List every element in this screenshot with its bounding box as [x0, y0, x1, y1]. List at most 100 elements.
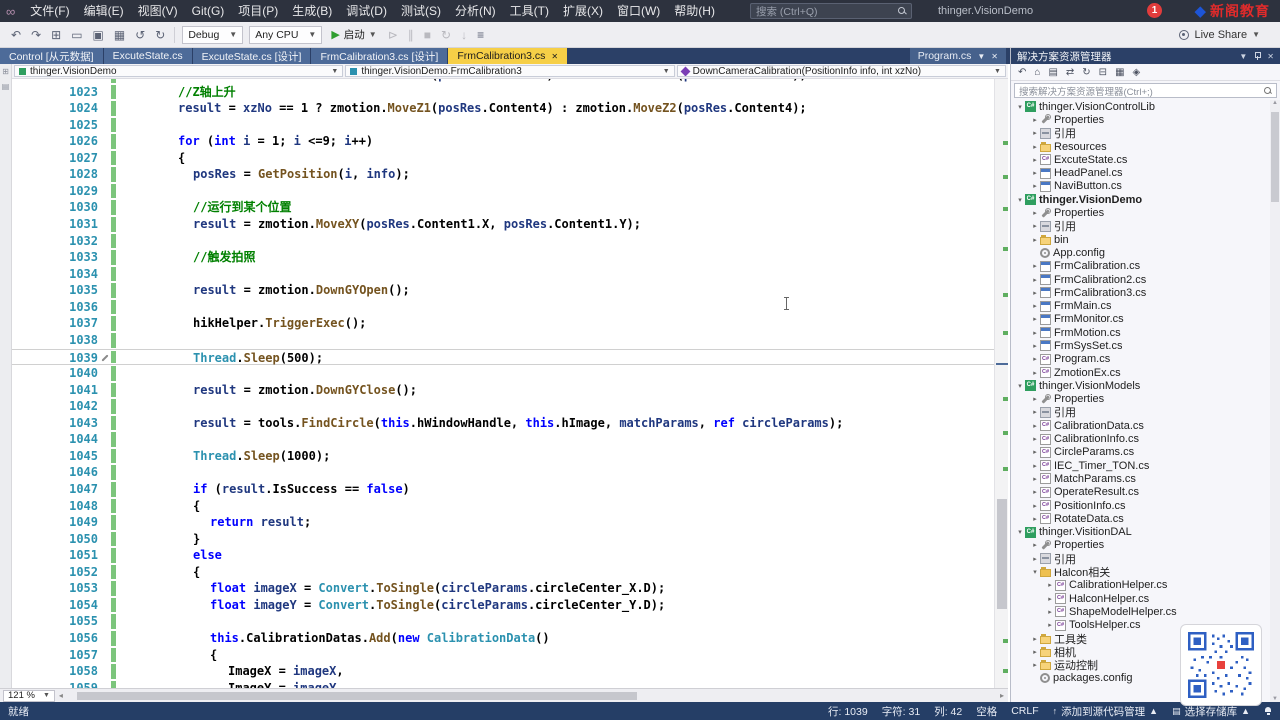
- tree-item[interactable]: ▸ ZmotionEx.cs: [1011, 366, 1270, 379]
- tree-item[interactable]: ▸ FrmCalibration3.cs: [1011, 286, 1270, 299]
- chevron-right-icon[interactable]: ▸: [1030, 355, 1040, 363]
- debug-config-dropdown[interactable]: Debug ▼: [182, 25, 244, 44]
- chevron-right-icon[interactable]: ▸: [1030, 222, 1040, 230]
- server-explorer-icon[interactable]: ▤: [2, 82, 10, 91]
- tree-item[interactable]: ▸ RotateData.cs: [1011, 512, 1270, 525]
- chevron-right-icon[interactable]: ▸: [1030, 435, 1040, 443]
- step-into-icon[interactable]: ↓: [456, 28, 472, 42]
- tree-item[interactable]: ▸ FrmMain.cs: [1011, 299, 1270, 312]
- tab-excutestate-design[interactable]: ExcuteState.cs [设计]: [192, 48, 311, 64]
- open-file-icon[interactable]: ▭: [66, 28, 87, 42]
- chevron-right-icon[interactable]: ▸: [1030, 395, 1040, 403]
- status-col[interactable]: 列: 42: [934, 704, 962, 719]
- chevron-right-icon[interactable]: ▸: [1030, 502, 1040, 510]
- scroll-left-arrow-icon[interactable]: ◂: [55, 691, 67, 700]
- chevron-right-icon[interactable]: ▸: [1030, 182, 1040, 190]
- tree-item[interactable]: ▸ 引用: [1011, 406, 1270, 419]
- chevron-right-icon[interactable]: ▸: [1030, 555, 1040, 563]
- chevron-right-icon[interactable]: ▸: [1030, 315, 1040, 323]
- tree-item[interactable]: ▸ NaviButton.cs: [1011, 180, 1270, 193]
- find-in-files-icon[interactable]: ≡: [472, 28, 489, 42]
- switch-views-icon[interactable]: ▤: [1045, 67, 1060, 78]
- menu-extensions[interactable]: 扩展(X): [556, 0, 610, 22]
- start-debug-button[interactable]: ▶ 启动 ▼: [331, 27, 376, 42]
- tree-item[interactable]: ▸ MatchParams.cs: [1011, 472, 1270, 485]
- menu-help[interactable]: 帮助(H): [667, 0, 722, 22]
- redo-icon[interactable]: ↻: [150, 28, 170, 42]
- chevron-right-icon[interactable]: ▸: [1030, 462, 1040, 470]
- chevron-right-icon[interactable]: ▸: [1030, 369, 1040, 377]
- platform-dropdown[interactable]: Any CPU ▼: [249, 25, 323, 44]
- menu-analyze[interactable]: 分析(N): [448, 0, 503, 22]
- chevron-right-icon[interactable]: ▸: [1030, 116, 1040, 124]
- status-line[interactable]: 行: 1039: [828, 704, 868, 719]
- tree-item[interactable]: ▸ OperateResult.cs: [1011, 486, 1270, 499]
- tree-item[interactable]: ▸ FrmCalibration.cs: [1011, 260, 1270, 273]
- tree-item[interactable]: ▸ Properties: [1011, 113, 1270, 126]
- undo-icon[interactable]: ↺: [130, 28, 150, 42]
- menu-test[interactable]: 测试(S): [394, 0, 448, 22]
- tree-item[interactable]: ▾ thinger.VisitionDAL: [1011, 526, 1270, 539]
- toolbox-icon[interactable]: ⊞: [2, 67, 9, 76]
- attach-icon[interactable]: ⊳: [383, 28, 403, 42]
- nav-forward-icon[interactable]: ↷: [26, 28, 46, 42]
- new-file-icon[interactable]: ⊞: [46, 28, 66, 42]
- status-char[interactable]: 字符: 31: [882, 704, 921, 719]
- tree-item[interactable]: ▾ thinger.VisionControlLib: [1011, 100, 1270, 113]
- tree-item[interactable]: ▸ PositionInfo.cs: [1011, 499, 1270, 512]
- chevron-right-icon[interactable]: ▸: [1030, 329, 1040, 337]
- tree-item[interactable]: ▸ Properties: [1011, 393, 1270, 406]
- close-icon[interactable]: ✕: [551, 52, 558, 61]
- save-all-icon[interactable]: ▦: [109, 28, 130, 42]
- chevron-down-icon[interactable]: ▾: [1015, 382, 1025, 390]
- collapse-all-icon[interactable]: ⊟: [1096, 67, 1110, 78]
- home-icon[interactable]: ⌂: [1031, 67, 1043, 78]
- tab-excutestate[interactable]: ExcuteState.cs: [103, 48, 192, 64]
- scroll-right-arrow-icon[interactable]: ▸: [996, 691, 1008, 700]
- tree-item[interactable]: ▾ thinger.VisionModels: [1011, 379, 1270, 392]
- scrollbar-thumb[interactable]: [76, 691, 637, 700]
- notifications-bell-icon[interactable]: [1264, 707, 1272, 715]
- tree-item[interactable]: ▸ Program.cs: [1011, 353, 1270, 366]
- chevron-right-icon[interactable]: ▸: [1030, 276, 1040, 284]
- menu-build[interactable]: 生成(B): [285, 0, 339, 22]
- restart-icon[interactable]: ↻: [436, 28, 456, 42]
- tree-item[interactable]: ▸ 引用: [1011, 127, 1270, 140]
- tree-item[interactable]: ▾ Halcon相关: [1011, 565, 1270, 579]
- break-all-icon[interactable]: ∥: [403, 28, 419, 42]
- status-eol[interactable]: CRLF: [1011, 705, 1038, 717]
- chevron-down-icon[interactable]: ▾: [1015, 103, 1025, 111]
- tree-item[interactable]: ▸ FrmMonitor.cs: [1011, 313, 1270, 326]
- tree-item[interactable]: ▸ FrmCalibration2.cs: [1011, 273, 1270, 286]
- chevron-right-icon[interactable]: ▸: [1030, 342, 1040, 350]
- solution-search-box[interactable]: 搜索解决方案资源管理器(Ctrl+;): [1014, 83, 1277, 98]
- chevron-right-icon[interactable]: ▸: [1030, 408, 1040, 416]
- chevron-right-icon[interactable]: ▸: [1030, 488, 1040, 496]
- tree-item[interactable]: ▸ 引用: [1011, 552, 1270, 566]
- scroll-up-arrow-icon[interactable]: ▲: [1271, 100, 1279, 106]
- chevron-right-icon[interactable]: ▸: [1030, 448, 1040, 456]
- vertical-scrollbar[interactable]: [994, 79, 1008, 688]
- tree-item[interactable]: ▸ 引用: [1011, 220, 1270, 233]
- chevron-right-icon[interactable]: ▸: [1030, 302, 1040, 310]
- chevron-right-icon[interactable]: ▸: [1045, 581, 1055, 589]
- chevron-right-icon[interactable]: ▸: [1045, 608, 1055, 616]
- chevron-down-icon[interactable]: ▼: [977, 52, 985, 61]
- add-to-source-control-button[interactable]: ↑ 添加到源代码管理 ▲: [1053, 704, 1158, 719]
- tree-item[interactable]: ▸ FrmSysSet.cs: [1011, 339, 1270, 352]
- zoom-select[interactable]: 121 % ▼: [3, 689, 55, 702]
- tab-program-cs[interactable]: Program.cs ▼ ✕: [909, 48, 1006, 64]
- chevron-right-icon[interactable]: ▸: [1030, 209, 1040, 217]
- menu-debug[interactable]: 调试(D): [339, 0, 394, 22]
- menu-window[interactable]: 窗口(W): [610, 0, 667, 22]
- tree-item[interactable]: ▸ Resources: [1011, 140, 1270, 153]
- refresh-icon[interactable]: ↻: [1079, 67, 1093, 78]
- chevron-right-icon[interactable]: ▸: [1030, 129, 1040, 137]
- chevron-right-icon[interactable]: ▸: [1030, 156, 1040, 164]
- chevron-right-icon[interactable]: ▸: [1030, 422, 1040, 430]
- chevron-right-icon[interactable]: ▸: [1045, 595, 1055, 603]
- scrollbar-thumb[interactable]: [997, 499, 1007, 609]
- tree-item[interactable]: ▸ CircleParams.cs: [1011, 446, 1270, 459]
- chevron-right-icon[interactable]: ▸: [1030, 661, 1040, 669]
- tree-item[interactable]: ▸ ExcuteState.cs: [1011, 153, 1270, 166]
